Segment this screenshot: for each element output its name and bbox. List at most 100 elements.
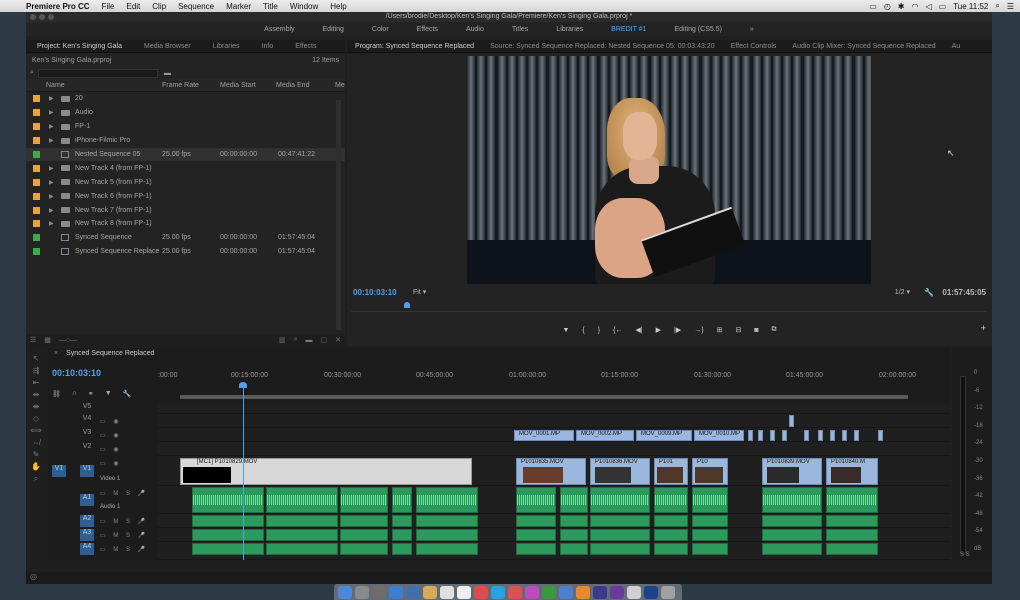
clip[interactable]: MOV_0009.MP bbox=[636, 430, 692, 441]
nest-icon[interactable]: ⛓ bbox=[52, 390, 61, 398]
expand-arrow-icon[interactable]: ▶ bbox=[49, 207, 54, 214]
program-playhead-timecode[interactable]: 00:10:03:10 bbox=[353, 288, 397, 297]
track-toggle-icons[interactable]: ▭ ◉ bbox=[100, 418, 122, 425]
clip[interactable]: MOV_0010.MP bbox=[694, 430, 744, 441]
clip[interactable] bbox=[758, 430, 763, 441]
workspace-effects[interactable]: Effects bbox=[403, 26, 452, 33]
audio-clip[interactable] bbox=[516, 515, 556, 527]
audio-clip[interactable] bbox=[192, 529, 264, 541]
audio-clip[interactable] bbox=[560, 529, 588, 541]
audio-clip[interactable] bbox=[590, 487, 650, 513]
track-toggle-icons[interactable]: ▭ ◉ bbox=[100, 446, 122, 453]
icon-view-icon[interactable]: ▦ bbox=[44, 336, 51, 344]
label-color-swatch[interactable] bbox=[33, 137, 40, 145]
audio-clip[interactable] bbox=[416, 515, 478, 527]
audio-clip[interactable] bbox=[416, 529, 478, 541]
project-item-row[interactable]: ▶ Audio bbox=[26, 106, 345, 120]
project-item-row[interactable]: ▶ New Track 8 (from FP-1) bbox=[26, 217, 345, 231]
dock-app-icon[interactable] bbox=[355, 585, 369, 599]
track-label[interactable]: A4 bbox=[80, 543, 94, 555]
workspace-bredit[interactable]: BREDIT #1 bbox=[597, 26, 660, 33]
add-marker-icon[interactable]: ▼ bbox=[562, 327, 569, 334]
menu-clip[interactable]: Clip bbox=[152, 2, 166, 11]
label-color-swatch[interactable] bbox=[33, 248, 40, 256]
expand-arrow-icon[interactable]: ▶ bbox=[49, 220, 54, 227]
track-toggle-icons[interactable]: ▭ ◉ bbox=[100, 460, 122, 467]
track-v1-lane[interactable]: [MC1] P1010829.MOV P1010835.MOV P1010836… bbox=[158, 456, 950, 486]
tab-project[interactable]: Project: Ken's Singing Gala bbox=[26, 43, 133, 50]
rate-stretch-tool-icon[interactable]: ⇼ bbox=[26, 402, 46, 414]
search-input[interactable] bbox=[37, 68, 158, 78]
tab-effect-controls[interactable]: Effect Controls bbox=[723, 43, 785, 50]
meter-solo-buttons[interactable]: S S bbox=[960, 552, 970, 558]
tab-effects[interactable]: Effects bbox=[284, 43, 327, 50]
menu-window[interactable]: Window bbox=[290, 2, 318, 11]
lift-icon[interactable]: ⊞ bbox=[717, 326, 723, 334]
new-bin-button[interactable]: ▬ bbox=[306, 337, 313, 344]
timeline-ruler[interactable]: :00:00 00:15:00:00 00:30:00:00 00:45:00:… bbox=[158, 372, 950, 386]
dock-app-icon[interactable] bbox=[508, 585, 522, 599]
track-v5-lane[interactable] bbox=[158, 404, 950, 414]
list-view-icon[interactable]: ☰ bbox=[30, 336, 36, 344]
track-toggle-icons[interactable]: ▭ ◉ bbox=[100, 432, 122, 439]
menu-marker[interactable]: Marker bbox=[226, 2, 251, 11]
bluetooth-icon[interactable]: ✱ bbox=[898, 2, 905, 11]
status-icon[interactable]: ◎ bbox=[30, 572, 37, 581]
dock-app-icon[interactable] bbox=[457, 585, 471, 599]
track-label[interactable]: A3 bbox=[80, 529, 94, 541]
audio-clip[interactable] bbox=[392, 543, 412, 555]
track-msm-icons[interactable]: ▭ M S 🎤 bbox=[100, 518, 148, 525]
audio-clip[interactable] bbox=[516, 529, 556, 541]
dock-app-icon[interactable] bbox=[559, 585, 573, 599]
dock-app-icon[interactable] bbox=[576, 585, 590, 599]
zoom-window-button[interactable] bbox=[48, 14, 54, 20]
wifi-icon[interactable]: ◠ bbox=[912, 2, 919, 11]
track-label[interactable]: V1 bbox=[80, 465, 94, 477]
audio-clip[interactable] bbox=[560, 543, 588, 555]
snap-icon[interactable]: ∩ bbox=[72, 390, 77, 398]
dock-app-icon[interactable] bbox=[406, 585, 420, 599]
workspace-assembly[interactable]: Assembly bbox=[250, 26, 308, 33]
button-editor-icon[interactable]: + bbox=[981, 323, 986, 333]
track-label[interactable]: A1 bbox=[80, 494, 94, 506]
track-a4-lane[interactable] bbox=[158, 542, 950, 560]
tab-libraries[interactable]: Libraries bbox=[202, 43, 251, 50]
audio-clip[interactable] bbox=[266, 543, 338, 555]
settings-wrench-icon[interactable]: 🔧 bbox=[123, 390, 132, 398]
timeline-playhead[interactable] bbox=[243, 383, 244, 560]
project-item-row[interactable]: ▶ New Track 6 (from FP-1) bbox=[26, 189, 345, 203]
dock-app-icon[interactable] bbox=[491, 585, 505, 599]
menu-help[interactable]: Help bbox=[330, 2, 346, 11]
expand-arrow-icon[interactable]: ▶ bbox=[49, 123, 54, 130]
track-select-tool-icon[interactable]: ⇶ bbox=[26, 366, 46, 378]
program-video-frame[interactable] bbox=[467, 56, 871, 284]
tab-program[interactable]: Program: Synced Sequence Replaced bbox=[347, 43, 482, 50]
close-window-button[interactable] bbox=[30, 14, 36, 20]
tab-info[interactable]: Info bbox=[251, 43, 285, 50]
program-playhead[interactable] bbox=[404, 302, 410, 308]
zoom-slider[interactable]: —○— bbox=[59, 337, 77, 344]
export-frame-icon[interactable]: ◙ bbox=[754, 327, 758, 334]
audio-clip[interactable] bbox=[762, 487, 822, 513]
audio-clip[interactable] bbox=[192, 543, 264, 555]
audio-clip[interactable] bbox=[692, 543, 728, 555]
expand-arrow-icon[interactable]: ▶ bbox=[49, 179, 54, 186]
airplay-icon[interactable]: ▭ bbox=[869, 2, 877, 11]
minimize-window-button[interactable] bbox=[39, 14, 45, 20]
project-item-row[interactable]: ▶ New Track 5 (from FP-1) bbox=[26, 175, 345, 189]
battery-icon[interactable]: ▭ bbox=[939, 2, 947, 11]
slip-tool-icon[interactable]: ⟺ bbox=[26, 426, 46, 438]
workspace-titles[interactable]: Titles bbox=[498, 26, 542, 33]
play-icon[interactable]: ▶ bbox=[656, 326, 661, 334]
new-item-button[interactable]: ▢ bbox=[321, 336, 328, 344]
workspace-color[interactable]: Color bbox=[358, 26, 403, 33]
expand-arrow-icon[interactable]: ▶ bbox=[49, 137, 54, 144]
track-msm-icons[interactable]: ▭ M S 🎤 bbox=[100, 490, 148, 497]
col-media-start[interactable]: Media Start bbox=[220, 82, 256, 89]
go-to-out-icon[interactable]: →} bbox=[694, 327, 703, 334]
audio-clip[interactable] bbox=[654, 487, 688, 513]
pen-tool-icon[interactable]: ✎ bbox=[26, 450, 46, 462]
clip[interactable]: P1010839.MOV bbox=[762, 458, 822, 485]
audio-clip[interactable] bbox=[654, 515, 688, 527]
linked-selection-icon[interactable]: ⚭ bbox=[88, 390, 94, 398]
